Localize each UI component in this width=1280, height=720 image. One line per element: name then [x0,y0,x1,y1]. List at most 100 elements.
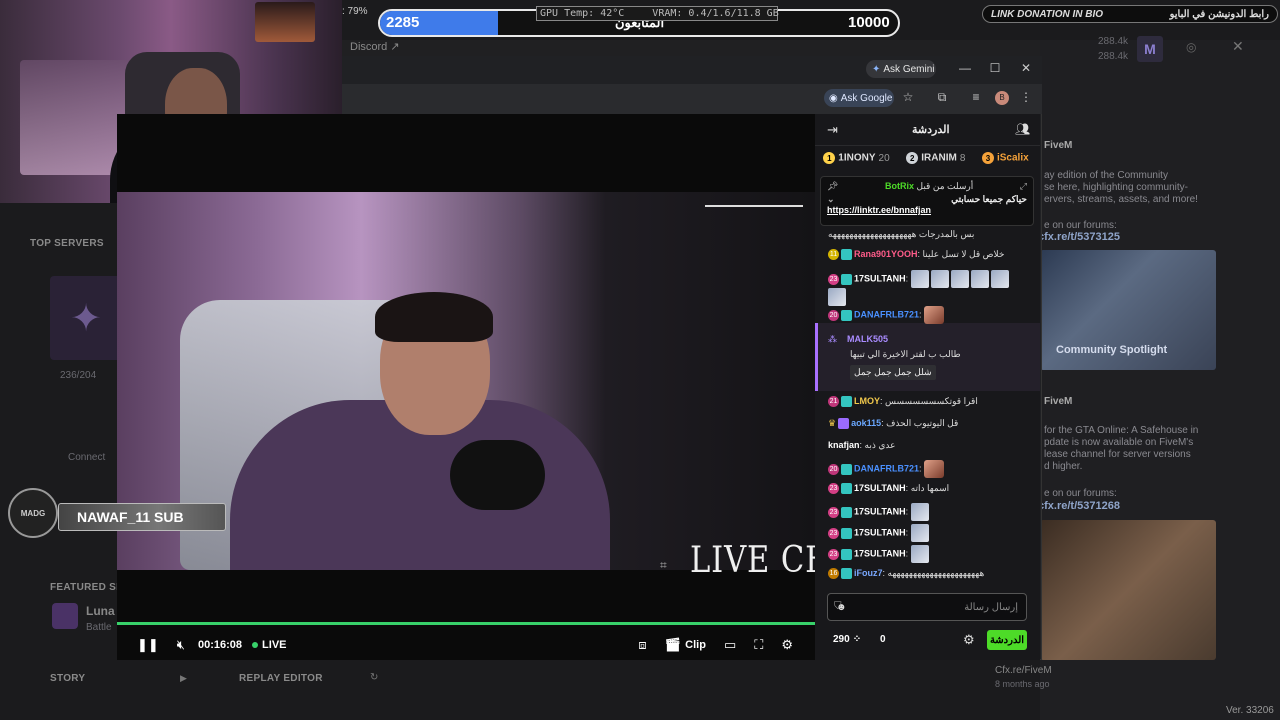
featured-logo-icon [52,603,78,629]
chat-text: ههههههههههههههههههههههه [887,568,985,578]
chat-username[interactable]: 17SULTANH [854,483,906,493]
chat-username[interactable]: 17SULTANH [854,548,906,558]
leaderboard-entry[interactable]: 3 iScalix [981,152,1032,164]
chat-username[interactable]: DANAFRLB721 [854,309,919,319]
minimize-icon[interactable]: — [955,61,975,75]
chat-message[interactable]: 16 iFouz7: ههههههههههههههههههههههه [828,567,1028,580]
chat-input[interactable]: إرسال رسالة ☻ [827,593,1027,621]
shield-icon[interactable]: ⛉ [834,601,842,612]
news1-link[interactable]: cfx.re/t/5373125 [1038,231,1120,243]
chat-message[interactable]: 23 17SULTANH: [828,545,1028,563]
pinned-link[interactable]: https://linktr.ee/bnnafjan [827,205,1027,215]
chat-message[interactable]: 23 17SULTANH: اسمها داته [828,482,1028,495]
connect-button[interactable]: Connect [68,452,105,463]
news1-body: ay edition of the Community se here, hig… [1044,170,1198,205]
chat-settings-icon[interactable]: ⚙ [963,632,975,648]
emote-icon [924,306,945,324]
settings-gear-icon[interactable]: ⚙ [781,637,793,653]
chat-message[interactable]: 21 LMOY: اقرا قوتكسسسسسسس [828,395,1028,408]
media-icon[interactable]: ≡ [967,90,985,104]
ask-google-label: Ask Google [840,92,893,104]
chat-username[interactable]: 17SULTANH [854,527,906,537]
chat-username[interactable]: iFouz7 [854,568,883,578]
chat-message[interactable]: بس بالمدرجات ههههههههههههههههههههه [828,228,1028,241]
rank-badge-icon: 1 [823,152,836,164]
chat-username[interactable]: MALK505 [847,334,888,344]
fullscreen-icon[interactable]: ⛶ [754,637,763,653]
replay-editor-tab[interactable]: REPLAY EDITOR [239,673,323,684]
sub-badge-icon: 20 [828,463,839,475]
sub-badge-icon: 23 [828,548,839,560]
settings-icon[interactable]: ◎ [1186,40,1196,54]
footer-link[interactable]: Cfx.re/FiveM [995,665,1052,676]
chat-separator: : [905,527,911,538]
mute-icon[interactable]: 🔇︎ [177,637,185,653]
bookmark-star-icon[interactable]: ☆ [899,90,917,104]
follower-goal-current: 2285 [386,14,420,31]
chat-message[interactable]: 20 DANAFRLB721: [828,460,1028,478]
collapse-chat-icon[interactable]: ⇥ [827,122,838,138]
leaderboard-entry[interactable]: 1 1INONY 20 [823,152,890,164]
window-close-icon[interactable]: ✕ [1016,61,1036,75]
chat-username[interactable]: LMOY [854,396,880,406]
pause-icon[interactable]: ❚❚ [137,637,159,653]
channel-points[interactable]: 290 ⁘ [833,634,861,645]
chat-message[interactable]: 23 17SULTANH: [828,524,1028,542]
emote-icon [970,270,989,288]
gpu-temp: GPU Temp: 42°C [540,8,625,19]
chat-username[interactable]: aok115 [851,418,881,428]
featured-name[interactable]: Luna [86,604,115,618]
chat-username[interactable]: DANAFRLB721 [854,463,919,473]
leaderboard-entry[interactable]: 2 IRANIM 8 [906,152,965,164]
vip-badge-icon [841,506,852,518]
viewer-count: 0 [880,634,886,645]
menu-kebab-icon[interactable]: ⋮ [1017,90,1035,104]
sparkle-icon: ✦ [872,63,881,75]
chat-message[interactable]: 23 17SULTANH: [828,503,1028,521]
footer-time: 8 months ago [995,679,1050,689]
unpin-icon[interactable]: ⤢ [1020,181,1027,192]
vip-badge-icon [841,527,852,539]
cpu-readout: : 79% [342,6,368,17]
story-tab[interactable]: STORY [50,673,85,684]
pip-icon[interactable]: ⧈ [638,637,646,653]
ask-google-button[interactable]: ◉ Ask Google [824,89,894,107]
users-icon[interactable]: 👥︎ [1015,122,1030,136]
chat-username[interactable]: knafjan [828,440,860,450]
vip-badge-icon [841,568,852,580]
live-dot-icon [252,642,259,648]
chat-send-button[interactable]: الدردشة [987,630,1027,650]
chat-input-placeholder: إرسال رسالة [964,601,1018,613]
vip-badge-icon [841,249,852,261]
chat-message[interactable]: 23 17SULTANH: [828,270,1028,306]
ask-gemini-button[interactable]: ✦ Ask Gemini [866,60,936,78]
video-progress-bar[interactable] [117,622,815,625]
chat-message[interactable]: 20 DANAFRLB721: [828,306,1028,324]
chat-reply: شلل جمل جمل جمل [850,365,936,380]
chat-message[interactable]: ♛ aok115: قل اليوتيوب الحذف [828,417,1028,430]
extensions-icon[interactable]: ⧉ [933,90,951,105]
theatre-mode-icon[interactable]: ▭ [724,637,736,653]
profile-avatar[interactable]: B [995,91,1009,105]
expand-chevron-icon[interactable]: ⌄ [827,194,835,205]
vip-badge-icon [841,463,852,475]
maximize-icon[interactable]: ☐ [985,61,1005,75]
video-time: 00:16:08 [198,639,243,651]
chat-username[interactable]: 17SULTANH [854,273,906,283]
news2-link[interactable]: cfx.re/t/5371268 [1038,500,1120,512]
chat-username[interactable]: 17SULTANH [854,506,906,516]
featured-title: FEATURED SE [50,582,124,593]
chat-text: طالب ب لقتر الاخيرة الي تبيها [850,349,961,359]
chat-message[interactable]: 11 Rana901YOOH: خلاص قل لا تسل علينا [828,248,1028,261]
live-indicator: LIVE [252,639,287,651]
clip-button[interactable]: 🎬︎ Clip [665,637,706,653]
avatar[interactable]: M [1137,36,1163,62]
sub-badge-icon: 23 [828,527,839,539]
chat-username[interactable]: Rana901YOOH [854,249,918,259]
discord-link[interactable]: Discord ↗ [350,40,400,53]
close-icon[interactable]: ✕ [1232,38,1244,55]
pinned-message: 📌︎ أرسلت من قبل BotRix ⤢ ⌄ حياكم جميعا حس… [820,176,1034,226]
chat-text: بس بالمدرجات ههههههههههههههههههههه [828,229,975,239]
chat-message[interactable]: ⁂ MALK505 طالب ب لقتر الاخيرة الي تبيها شلل… [828,333,1028,380]
chat-message[interactable]: knafjan: عدي ذبه [828,439,1028,452]
